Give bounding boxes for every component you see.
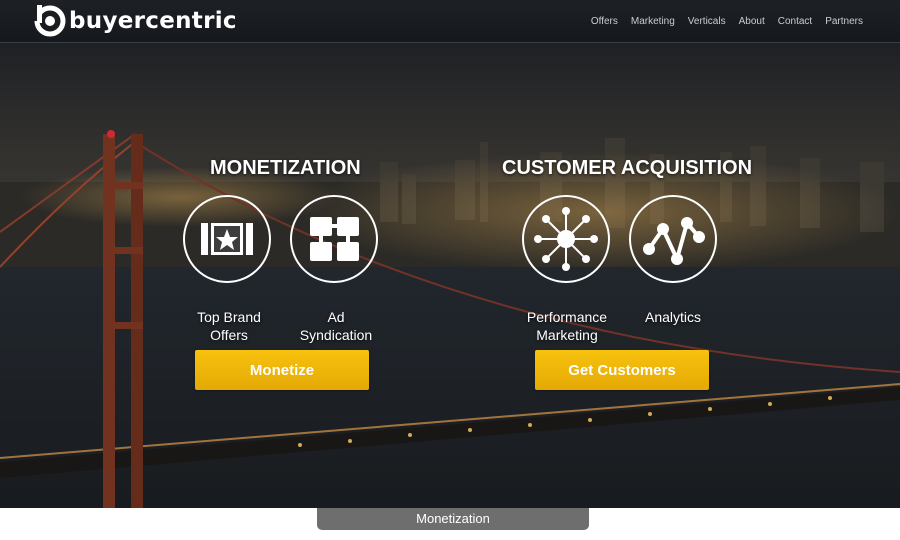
analytics-label: Analytics xyxy=(627,308,719,326)
top-brand-offers-label: Top Brand Offers xyxy=(183,308,275,344)
analytics-circle[interactable] xyxy=(629,195,717,283)
main-nav: Offers Marketing Verticals About Contact… xyxy=(578,0,863,42)
brand-name: buyercentric xyxy=(69,8,237,34)
ticket-star-icon xyxy=(201,223,253,255)
nav-link-offers[interactable]: Offers xyxy=(591,16,618,27)
nav-link-marketing[interactable]: Marketing xyxy=(631,16,675,27)
golden-gate-night-background xyxy=(0,42,900,508)
performance-marketing-circle[interactable] xyxy=(522,195,610,283)
logo-mark-icon xyxy=(34,5,66,37)
nav-link-verticals[interactable]: Verticals xyxy=(688,16,726,27)
label-line-2: Marketing xyxy=(536,327,598,343)
nav-link-partners[interactable]: Partners xyxy=(825,16,863,27)
label-line-1: Analytics xyxy=(644,309,702,325)
top-brand-offers-circle[interactable] xyxy=(183,195,271,283)
label-line-1: Ad xyxy=(327,309,345,325)
label-line-1: Performance xyxy=(526,309,608,325)
performance-marketing-label: Performance Marketing xyxy=(516,308,618,344)
label-line-2: Syndication xyxy=(299,327,373,343)
top-navigation-bar: buyercentric Offers Marketing Verticals … xyxy=(0,0,900,43)
ad-syndication-label: Ad Syndication xyxy=(290,308,382,344)
line-graph-icon xyxy=(643,217,705,265)
get-customers-button[interactable]: Get Customers xyxy=(535,350,709,390)
monetization-heading: MONETIZATION xyxy=(210,157,361,179)
brand-logo[interactable]: buyercentric xyxy=(34,5,237,37)
hero-banner: MONETIZATION Top Brand Offers Ad Syndica… xyxy=(0,42,900,508)
label-line-2: Offers xyxy=(210,327,248,343)
network-burst-icon xyxy=(534,207,598,271)
monetize-button[interactable]: Monetize xyxy=(195,350,369,390)
block-diagram-icon xyxy=(310,217,359,261)
label-line-1: Top Brand xyxy=(197,309,261,325)
customer-acquisition-heading: CUSTOMER ACQUISITION xyxy=(502,157,753,179)
ad-syndication-circle[interactable] xyxy=(290,195,378,283)
monetization-section-tab[interactable]: Monetization xyxy=(317,508,589,530)
nav-link-contact[interactable]: Contact xyxy=(778,16,812,27)
nav-link-about[interactable]: About xyxy=(739,16,765,27)
